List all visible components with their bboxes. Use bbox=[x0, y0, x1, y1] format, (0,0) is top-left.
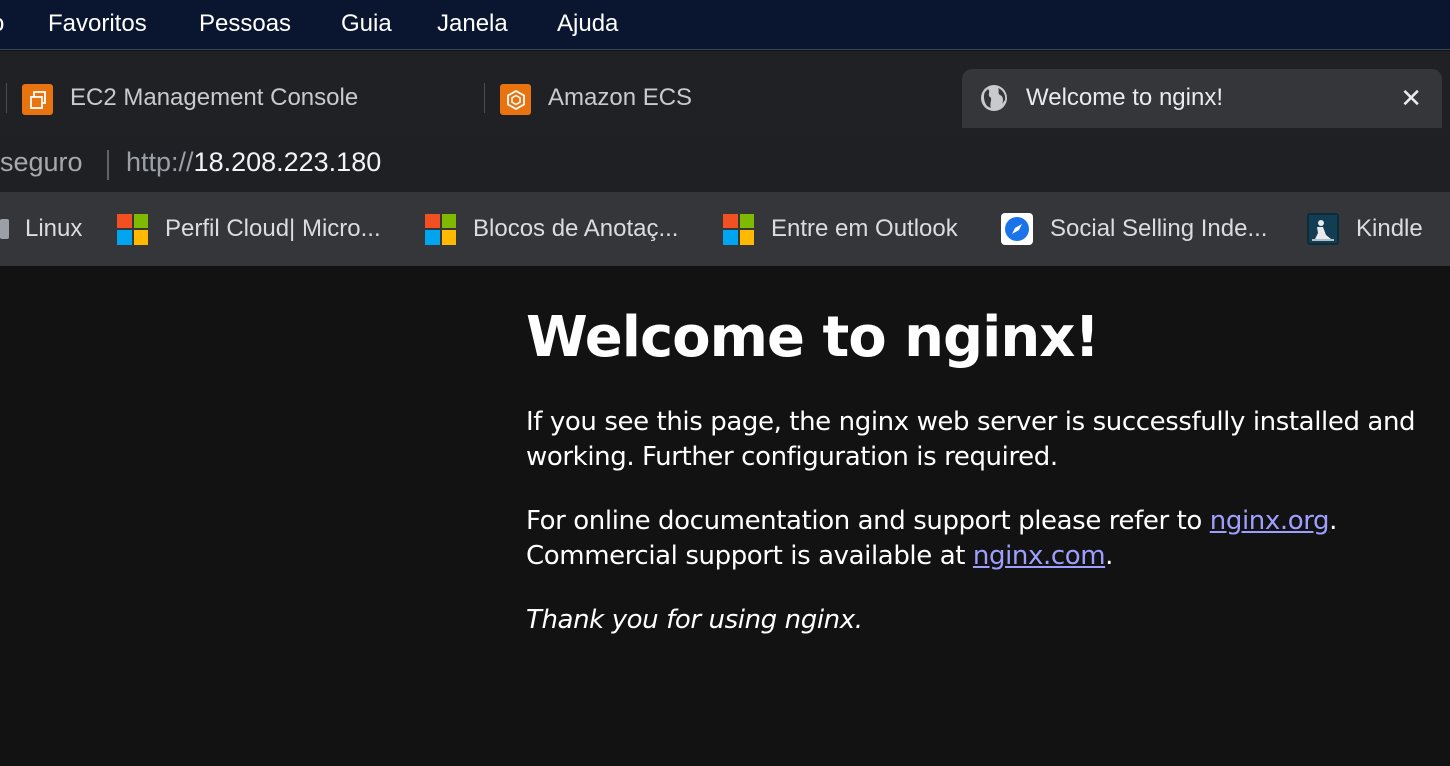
thank-you-text: Thank you for using nginx. bbox=[526, 605, 863, 636]
url-host: 18.208.223.180 bbox=[193, 147, 382, 177]
bookmark-label: Social Selling Inde... bbox=[1050, 215, 1268, 242]
close-icon[interactable]: ✕ bbox=[1400, 83, 1422, 113]
tab-title: Amazon ECS bbox=[548, 84, 693, 111]
bookmark-social-selling-index[interactable]: Social Selling Inde... bbox=[1001, 212, 1267, 246]
bookmark-blocos-de-anotacoes[interactable]: Blocos de Anotaç... bbox=[425, 212, 678, 246]
bookmark-perfil-cloud[interactable]: Perfil Cloud| Micro... bbox=[117, 212, 381, 246]
page-heading: Welcome to nginx! bbox=[526, 305, 1100, 370]
bookmarks-bar: Linux Perfil Cloud| Micro... Blocos de A… bbox=[0, 192, 1450, 266]
address-bar[interactable]: http://18.208.223.180 bbox=[126, 147, 381, 178]
aws-ec2-icon bbox=[22, 84, 53, 115]
tab-title: EC2 Management Console bbox=[70, 84, 359, 111]
support-text-period: . bbox=[1329, 506, 1338, 537]
install-message: If you see this page, the nginx web serv… bbox=[526, 407, 1416, 473]
macos-menu-bar: o Favoritos Pessoas Guia Janela Ajuda bbox=[0, 0, 1450, 50]
omnibox-divider bbox=[107, 150, 109, 180]
bookmark-label: Entre em Outlook bbox=[771, 215, 958, 242]
menu-item-pessoas[interactable]: Pessoas bbox=[199, 10, 291, 38]
globe-icon bbox=[979, 83, 1009, 118]
support-text: For online documentation and support ple… bbox=[526, 506, 1210, 537]
tab-welcome-to-nginx[interactable]: Welcome to nginx! ✕ bbox=[962, 69, 1442, 128]
bookmark-entre-em-outlook[interactable]: Entre em Outlook bbox=[723, 212, 958, 246]
menu-item-ajuda[interactable]: Ajuda bbox=[557, 10, 618, 38]
browser-toolbar: seguro http://18.208.223.180 bbox=[0, 136, 1450, 192]
page-viewport: Welcome to nginx! If you see this page, … bbox=[0, 266, 1450, 766]
bookmark-label: Blocos de Anotaç... bbox=[473, 215, 679, 242]
bookmark-kindle[interactable]: Kindle bbox=[1307, 212, 1423, 246]
tab-separator bbox=[484, 83, 485, 113]
url-scheme: http:// bbox=[126, 147, 194, 177]
kindle-icon bbox=[1307, 213, 1339, 245]
menu-item-guia[interactable]: Guia bbox=[341, 10, 392, 38]
security-indicator[interactable]: seguro bbox=[0, 147, 83, 178]
support-paragraph: For online documentation and support ple… bbox=[526, 504, 1436, 574]
nginx-com-link[interactable]: nginx.com bbox=[973, 541, 1106, 571]
aws-ecs-icon bbox=[500, 84, 531, 115]
thank-you-message: Thank you for using nginx. bbox=[526, 603, 1436, 638]
bookmark-label: Linux bbox=[25, 215, 83, 242]
commercial-support-text: Commercial support is available at bbox=[526, 541, 973, 572]
bookmark-linux[interactable]: Linux bbox=[0, 212, 82, 246]
tab-separator bbox=[6, 83, 7, 113]
menu-item-janela[interactable]: Janela bbox=[437, 10, 508, 38]
tab-ec2-management-console[interactable]: EC2 Management Console bbox=[0, 69, 478, 128]
nginx-welcome-content: Welcome to nginx! If you see this page, … bbox=[526, 304, 1436, 667]
menu-item-favoritos[interactable]: Favoritos bbox=[48, 10, 147, 38]
commercial-support-period: . bbox=[1105, 541, 1114, 572]
compass-icon bbox=[1001, 213, 1033, 245]
nginx-org-link[interactable]: nginx.org bbox=[1210, 506, 1330, 536]
microsoft-icon bbox=[425, 213, 456, 245]
browser-tab-strip: EC2 Management Console Amazon ECS Welcom… bbox=[0, 51, 1450, 136]
folder-icon bbox=[0, 219, 9, 239]
microsoft-icon bbox=[723, 213, 754, 245]
bookmark-label: Kindle bbox=[1356, 215, 1423, 242]
microsoft-icon bbox=[117, 213, 148, 245]
menu-item-apple-app[interactable]: o bbox=[0, 10, 4, 38]
tab-amazon-ecs[interactable]: Amazon ECS bbox=[484, 69, 958, 128]
tab-title: Welcome to nginx! bbox=[1026, 84, 1223, 111]
bookmark-label: Perfil Cloud| Micro... bbox=[165, 215, 381, 242]
